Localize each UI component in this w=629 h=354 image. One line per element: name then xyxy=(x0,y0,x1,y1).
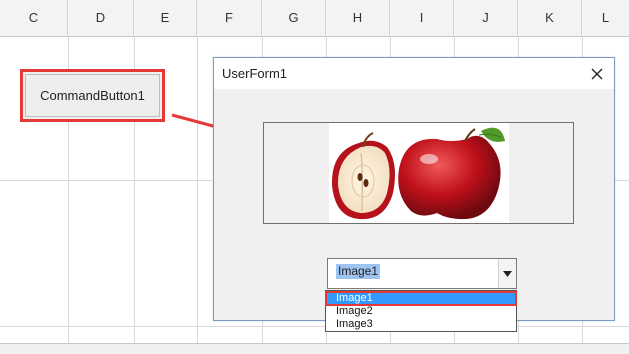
column-header-f[interactable]: F xyxy=(197,0,262,36)
column-header-d[interactable]: D xyxy=(68,0,134,36)
combobox-value: Image1 xyxy=(336,264,381,279)
column-header-i[interactable]: I xyxy=(390,0,454,36)
grid-line xyxy=(197,36,198,353)
combobox-dropdown-button[interactable] xyxy=(498,259,516,288)
command-button[interactable]: CommandButton1 xyxy=(25,74,160,117)
column-header-h[interactable]: H xyxy=(326,0,390,36)
close-button[interactable] xyxy=(580,58,614,89)
dropdown-option-image2[interactable]: Image2 xyxy=(326,305,516,318)
column-header-l[interactable]: L xyxy=(582,0,629,36)
userform-titlebar[interactable]: UserForm1 xyxy=(214,58,614,89)
apple-image xyxy=(329,123,509,223)
column-header-c[interactable]: C xyxy=(0,0,68,36)
column-header-k[interactable]: K xyxy=(518,0,582,36)
grid-line xyxy=(0,326,629,327)
dropdown-option-image3[interactable]: Image3 xyxy=(326,318,516,331)
dropdown-option-image1[interactable]: Image1 xyxy=(325,291,517,306)
userform-title: UserForm1 xyxy=(222,66,288,81)
chevron-down-icon xyxy=(503,270,512,277)
column-header-g[interactable]: G xyxy=(262,0,326,36)
image-combobox[interactable]: Image1 xyxy=(327,258,517,289)
column-header-e[interactable]: E xyxy=(134,0,197,36)
command-button-highlight: CommandButton1 xyxy=(20,69,165,122)
userform-window: UserForm1 Image1 xyxy=(213,57,615,321)
image-control xyxy=(263,122,574,224)
column-header-row: C D E F G H I J K L xyxy=(0,0,629,37)
close-icon xyxy=(591,68,603,79)
combobox-dropdown-list: Image1 Image2 Image3 xyxy=(325,290,517,332)
sheet-bottom-edge xyxy=(0,343,629,354)
apple-picture xyxy=(331,127,505,220)
column-header-j[interactable]: J xyxy=(454,0,518,36)
